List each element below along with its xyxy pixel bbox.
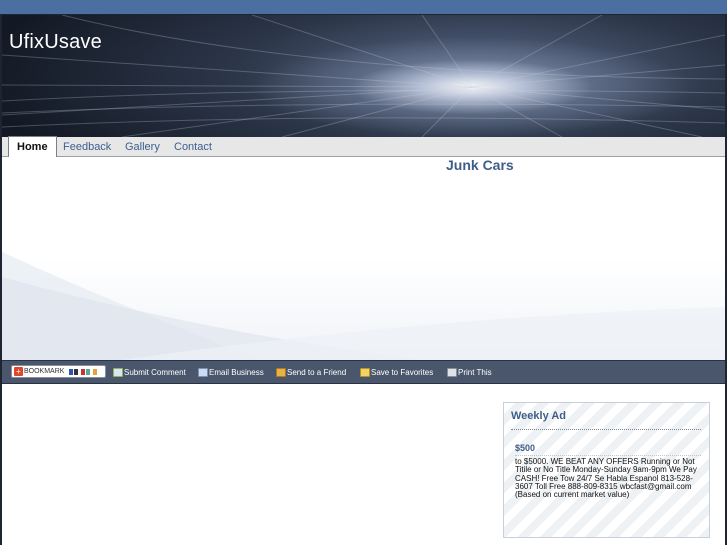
print-this-link[interactable]: Print This	[447, 367, 492, 379]
ad-description: to $5000. WE BEAT ANY OFFERS Running or …	[515, 457, 697, 500]
weekly-ad-box: Weekly Ad $500 to $5000. WE BEAT ANY OFF…	[503, 402, 710, 538]
print-this-label: Print This	[458, 368, 492, 377]
header-banner: UfixUsave	[2, 15, 725, 137]
page-heading: Junk Cars	[446, 157, 514, 173]
save-to-favorites-label: Save to Favorites	[371, 368, 434, 377]
submit-comment-label: Submit Comment	[124, 368, 186, 377]
send-friend-icon	[276, 368, 286, 378]
banner-grid-graphic	[2, 15, 725, 137]
send-to-friend-label: Send to a Friend	[287, 368, 347, 377]
page-container: UfixUsave Home Feedback Gallery Contact …	[0, 14, 727, 545]
social-icons	[69, 368, 98, 379]
nav-feedback[interactable]: Feedback	[63, 137, 111, 157]
submit-comment-link[interactable]: Submit Comment	[113, 367, 186, 379]
save-to-favorites-link[interactable]: Save to Favorites	[360, 367, 433, 379]
divider	[515, 455, 701, 456]
site-title[interactable]: UfixUsave	[9, 31, 102, 54]
lower-content: Weekly Ad $500 to $5000. WE BEAT ANY OFF…	[2, 385, 725, 545]
email-icon	[198, 368, 208, 378]
weekly-ad-title: Weekly Ad	[511, 410, 567, 422]
print-icon	[447, 368, 457, 378]
nav-gallery[interactable]: Gallery	[125, 137, 160, 157]
bookmark-button[interactable]: + BOOKMARK	[11, 365, 106, 378]
favorites-icon	[360, 368, 370, 378]
email-business-link[interactable]: Email Business	[198, 367, 264, 379]
bookmark-label: BOOKMARK	[24, 368, 65, 375]
content-swoosh-graphic	[2, 252, 725, 360]
share-toolbar: + BOOKMARK Submit Comment Email Business …	[2, 360, 725, 384]
divider	[511, 429, 701, 430]
plus-icon: +	[14, 367, 23, 376]
email-business-label: Email Business	[209, 368, 264, 377]
nav-home[interactable]: Home	[8, 136, 57, 157]
main-content: Junk Cars	[2, 157, 725, 360]
ad-price[interactable]: $500	[515, 443, 535, 453]
main-nav: Home Feedback Gallery Contact	[2, 136, 725, 157]
nav-contact[interactable]: Contact	[174, 137, 212, 157]
comment-icon	[113, 368, 123, 378]
send-to-friend-link[interactable]: Send to a Friend	[276, 367, 346, 379]
